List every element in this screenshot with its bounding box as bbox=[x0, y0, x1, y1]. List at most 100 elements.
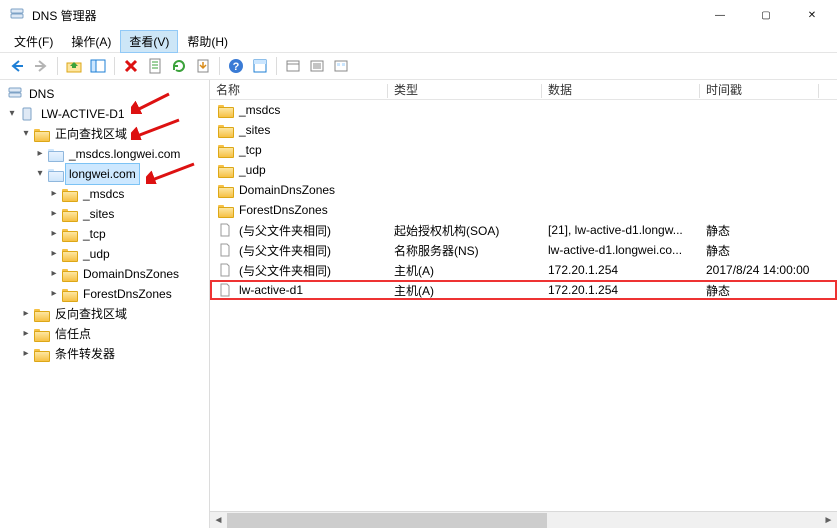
delete-button[interactable] bbox=[120, 55, 142, 77]
record-icon bbox=[217, 282, 233, 298]
list-row[interactable]: _msdcs bbox=[210, 100, 837, 120]
toolbar-separator bbox=[276, 57, 277, 75]
record-data: 172.20.1.254 bbox=[542, 263, 700, 277]
folder-icon bbox=[61, 246, 77, 262]
scroll-thumb[interactable] bbox=[227, 513, 547, 528]
record-icon bbox=[217, 242, 233, 258]
folder-icon bbox=[33, 326, 49, 342]
folder-icon bbox=[61, 226, 77, 242]
caret-right-icon[interactable]: ▸ bbox=[48, 228, 60, 240]
caret-right-icon[interactable]: ▸ bbox=[20, 328, 32, 340]
record-timestamp: 静态 bbox=[700, 282, 837, 299]
tree-sub-msdcs[interactable]: ▸_msdcs bbox=[2, 184, 209, 204]
show-hide-tree-button[interactable] bbox=[87, 55, 109, 77]
unknown-tool-4[interactable] bbox=[330, 55, 352, 77]
menu-action[interactable]: 操作(A) bbox=[63, 31, 119, 52]
caret-right-icon[interactable]: ▸ bbox=[20, 308, 32, 320]
record-name: (与父文件夹相同) bbox=[239, 222, 331, 239]
scroll-right-icon[interactable]: ► bbox=[820, 512, 837, 528]
tree-sub-sites[interactable]: ▸ _sites bbox=[2, 204, 209, 224]
tree-label: LW-ACTIVE-D1 bbox=[38, 104, 128, 124]
record-name: (与父文件夹相同) bbox=[239, 262, 331, 279]
record-name: lw-active-d1 bbox=[239, 283, 303, 297]
help-button[interactable]: ? bbox=[225, 55, 247, 77]
unknown-tool-1[interactable] bbox=[249, 55, 271, 77]
caret-right-icon[interactable]: ▸ bbox=[34, 148, 46, 160]
caret-right-icon[interactable]: ▸ bbox=[20, 348, 32, 360]
list-row[interactable]: _tcp bbox=[210, 140, 837, 160]
minimize-button[interactable]: — bbox=[697, 0, 743, 30]
record-timestamp: 静态 bbox=[700, 242, 837, 259]
folder-icon bbox=[217, 182, 233, 198]
list-row[interactable]: (与父文件夹相同)名称服务器(NS)lw-active-d1.longwei.c… bbox=[210, 240, 837, 260]
record-name: _msdcs bbox=[239, 103, 280, 117]
scroll-left-icon[interactable]: ◄ bbox=[210, 512, 227, 528]
list-row[interactable]: _udp bbox=[210, 160, 837, 180]
tree-conditional-forwarders[interactable]: ▸条件转发器 bbox=[2, 344, 209, 364]
folder-icon bbox=[217, 122, 233, 138]
tree-view[interactable]: DNS ▾ LW-ACTIVE-D1 ▾ 正向查找区域 ▸ _msdcs.lon… bbox=[0, 80, 210, 528]
caret-right-icon[interactable]: ▸ bbox=[48, 288, 60, 300]
folder-icon bbox=[33, 126, 49, 142]
export-list-button[interactable] bbox=[192, 55, 214, 77]
caret-right-icon[interactable]: ▸ bbox=[48, 208, 60, 220]
list-row[interactable]: (与父文件夹相同)主机(A)172.20.1.2542017/8/24 14:0… bbox=[210, 260, 837, 280]
tree-sub-ddz[interactable]: ▸DomainDnsZones bbox=[2, 264, 209, 284]
list-row[interactable]: (与父文件夹相同)起始授权机构(SOA)[21], lw-active-d1.l… bbox=[210, 220, 837, 240]
caret-right-icon[interactable]: ▸ bbox=[48, 268, 60, 280]
column-data[interactable]: 数据 bbox=[542, 81, 700, 98]
forward-button[interactable] bbox=[30, 55, 52, 77]
folder-icon bbox=[61, 186, 77, 202]
tree-zone-longwei[interactable]: ▾ longwei.com bbox=[2, 164, 209, 184]
caret-down-icon[interactable]: ▾ bbox=[6, 108, 18, 120]
record-type: 名称服务器(NS) bbox=[388, 242, 542, 259]
tree-forward-zones[interactable]: ▾ 正向查找区域 bbox=[2, 124, 209, 144]
close-button[interactable]: ✕ bbox=[789, 0, 835, 30]
folder-icon bbox=[33, 306, 49, 322]
tree-trust-points[interactable]: ▸信任点 bbox=[2, 324, 209, 344]
caret-right-icon[interactable]: ▸ bbox=[48, 248, 60, 260]
record-name: _tcp bbox=[239, 143, 262, 157]
horizontal-scrollbar[interactable]: ◄ ► bbox=[210, 511, 837, 528]
tree-reverse-zones[interactable]: ▸反向查找区域 bbox=[2, 304, 209, 324]
properties-button[interactable] bbox=[144, 55, 166, 77]
app-icon bbox=[9, 7, 25, 23]
menu-help[interactable]: 帮助(H) bbox=[179, 31, 236, 52]
list-view[interactable]: 名称 类型 数据 时间戳 _msdcs _sites _tcp _udp DomainD… bbox=[210, 80, 837, 528]
list-row[interactable]: lw-active-d1 主机(A)172.20.1.254静态 bbox=[210, 280, 837, 300]
unknown-tool-3[interactable] bbox=[306, 55, 328, 77]
tree-label: longwei.com bbox=[66, 164, 139, 184]
tree-sub-fdz[interactable]: ▸ ForestDnsZones bbox=[2, 284, 209, 304]
refresh-button[interactable] bbox=[168, 55, 190, 77]
unknown-tool-2[interactable] bbox=[282, 55, 304, 77]
record-name: _sites bbox=[239, 123, 270, 137]
caret-down-icon[interactable]: ▾ bbox=[34, 168, 46, 180]
tree-sub-tcp[interactable]: ▸_tcp bbox=[2, 224, 209, 244]
caret-right-icon[interactable]: ▸ bbox=[48, 188, 60, 200]
menu-view[interactable]: 查看(V) bbox=[121, 31, 177, 52]
list-row[interactable]: DomainDnsZones bbox=[210, 180, 837, 200]
tree-label: _sites bbox=[80, 204, 117, 224]
back-button[interactable] bbox=[6, 55, 28, 77]
record-data: 172.20.1.254 bbox=[542, 283, 700, 297]
up-level-button[interactable] bbox=[63, 55, 85, 77]
tree-sub-udp[interactable]: ▸_udp bbox=[2, 244, 209, 264]
record-type: 主机(A) bbox=[388, 282, 542, 299]
tree-server[interactable]: ▾ LW-ACTIVE-D1 bbox=[2, 104, 209, 124]
record-timestamp: 静态 bbox=[700, 222, 837, 239]
column-timestamp[interactable]: 时间戳 bbox=[700, 81, 819, 98]
column-name[interactable]: 名称 bbox=[210, 81, 388, 98]
list-row[interactable]: ForestDnsZones bbox=[210, 200, 837, 220]
tree-zone-msdcs[interactable]: ▸ _msdcs.longwei.com bbox=[2, 144, 209, 164]
tree-label: ForestDnsZones bbox=[80, 284, 175, 304]
menu-file[interactable]: 文件(F) bbox=[6, 31, 61, 52]
column-type[interactable]: 类型 bbox=[388, 81, 542, 98]
maximize-button[interactable]: ▢ bbox=[743, 0, 789, 30]
record-name: _udp bbox=[239, 163, 266, 177]
caret-down-icon[interactable]: ▾ bbox=[20, 128, 32, 140]
record-type: 起始授权机构(SOA) bbox=[388, 222, 542, 239]
tree-root-dns[interactable]: DNS bbox=[2, 84, 209, 104]
folder-icon bbox=[61, 206, 77, 222]
toolbar-separator bbox=[114, 57, 115, 75]
list-row[interactable]: _sites bbox=[210, 120, 837, 140]
